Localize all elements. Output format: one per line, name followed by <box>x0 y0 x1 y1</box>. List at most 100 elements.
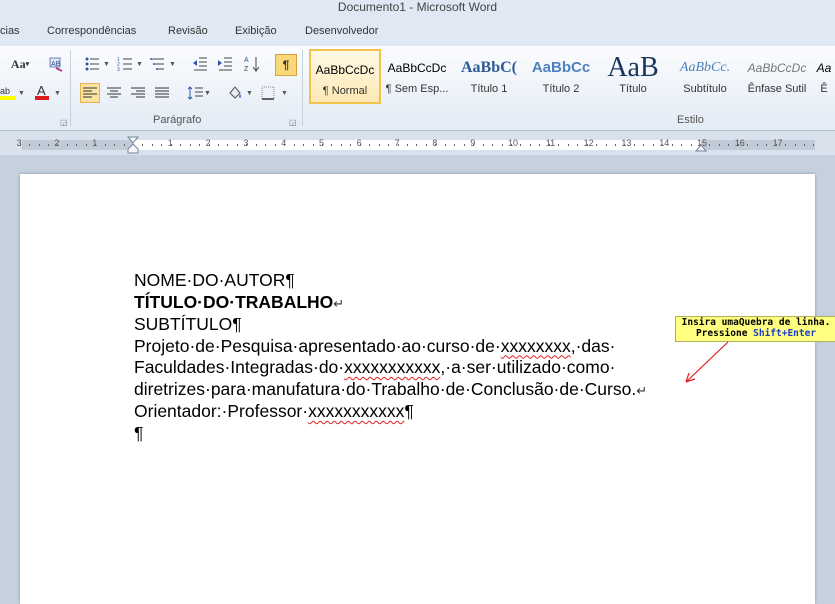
numbering-icon[interactable]: 123 <box>115 54 135 74</box>
align-center-icon[interactable] <box>104 83 124 103</box>
tab-correspondencias[interactable]: Correspondências <box>47 25 136 37</box>
svg-text:Z: Z <box>244 66 249 73</box>
ruler-number: 5 <box>319 138 325 148</box>
ruler-tick <box>568 144 569 146</box>
style-enfase-sutil[interactable]: AaBbCcDc Ênfase Sutil <box>741 49 813 104</box>
ruler-tick <box>624 144 625 146</box>
ruler-number: 2 <box>205 138 211 148</box>
tab-desenvolvedor[interactable]: Desenvolvedor <box>305 25 378 37</box>
change-case-button[interactable]: Aa ▾ <box>6 54 34 74</box>
title-line: TÍTULO·DO·TRABALHO↵ <box>134 291 345 312</box>
paragraph-line: Projeto·de·Pesquisa·apresentado·ao·curso… <box>134 335 616 356</box>
ruler-tick <box>209 144 210 146</box>
horizontal-ruler[interactable]: 3 2 1 1 2 3 4 5 6 7 8 9 10 11 12 13 14 15 16 17 <box>0 131 835 155</box>
chevron-down-icon[interactable]: ▼ <box>204 90 211 97</box>
sort-icon[interactable]: AZ <box>243 54 263 74</box>
align-right-icon[interactable] <box>128 83 148 103</box>
misspelled-word: xxxxxxxxxxx <box>308 401 405 421</box>
ruler-tick <box>237 144 238 146</box>
ruler-tick <box>398 144 399 146</box>
ruler-tick <box>492 144 493 146</box>
ruler-tick <box>331 144 332 146</box>
chevron-down-icon[interactable]: ▼ <box>18 90 25 97</box>
styles-gallery: AaBbCcDc ¶ Normal AaBbCcDc ¶ Sem Esp... … <box>307 49 835 107</box>
ruler-tick <box>719 144 720 146</box>
style-normal[interactable]: AaBbCcDc ¶ Normal <box>309 49 381 104</box>
ruler-number: 4 <box>281 138 287 148</box>
ruler-tick <box>709 144 710 146</box>
chevron-down-icon[interactable]: ▼ <box>281 90 288 97</box>
ruler-tick <box>322 144 323 146</box>
multilevel-list-icon[interactable] <box>148 54 168 74</box>
ruler-number: 14 <box>659 138 670 148</box>
ruler-number: 11 <box>545 138 556 148</box>
empty-paragraph: ¶ <box>134 422 144 443</box>
ruler-tick <box>294 144 295 146</box>
ruler-tick <box>511 144 512 146</box>
ruler-tick <box>785 144 786 146</box>
title-bar: Documento1 - Microsoft Word <box>0 0 835 17</box>
chevron-down-icon[interactable]: ▼ <box>246 90 253 97</box>
show-formatting-marks-button[interactable]: ¶ <box>275 54 297 76</box>
group-label-paragraph: Parágrafo <box>153 114 202 126</box>
style-titulo-2[interactable]: AaBbCc Título 2 <box>525 49 597 104</box>
tab-exibicao[interactable]: Exibição <box>235 25 277 37</box>
ruler-tick <box>615 144 616 146</box>
ruler-number: 9 <box>470 138 476 148</box>
ruler-tick <box>728 144 729 146</box>
document-body[interactable]: NOME·DO·AUTOR¶ TÍTULO·DO·TRABALHO↵ SUBTÍ… <box>134 270 694 444</box>
advisor-line: Orientador:·Professor·xxxxxxxxxxx¶ <box>134 401 414 421</box>
ruler-tick <box>445 144 446 146</box>
dialog-launcher-icon[interactable]: ◲ <box>60 118 68 127</box>
ruler-number: 13 <box>621 138 632 148</box>
tab-layout[interactable]: cias <box>0 25 20 37</box>
svg-text:A: A <box>244 57 249 64</box>
ruler-tick <box>502 144 503 146</box>
shading-icon[interactable] <box>225 83 245 103</box>
chevron-down-icon[interactable]: ▼ <box>103 61 110 68</box>
ruler-tick <box>483 144 484 146</box>
ruler-tick <box>256 144 257 146</box>
ruler-tick <box>388 144 389 146</box>
style-titulo-1[interactable]: AaBbC( Título 1 <box>453 49 525 104</box>
tab-revisao[interactable]: Revisão <box>168 25 208 37</box>
ruler-tick <box>407 144 408 146</box>
bullets-icon[interactable] <box>82 54 102 74</box>
style-subtitulo[interactable]: AaBbCc. Subtítulo <box>669 49 741 104</box>
ruler-tick <box>20 144 21 146</box>
justify-icon[interactable] <box>152 83 172 103</box>
clear-formatting-icon[interactable]: AB <box>46 54 66 74</box>
style-titulo[interactable]: AaB Título <box>597 49 669 104</box>
ruler-tick <box>265 144 266 146</box>
ruler-tick <box>653 144 654 146</box>
line-spacing-icon[interactable] <box>185 83 205 103</box>
chevron-down-icon[interactable]: ▼ <box>54 90 61 97</box>
ruler-tick <box>596 144 597 146</box>
right-indent-marker-icon[interactable] <box>695 142 707 152</box>
chevron-down-icon[interactable]: ▼ <box>169 61 176 68</box>
chevron-down-icon[interactable]: ▼ <box>136 61 143 68</box>
dialog-launcher-icon[interactable]: ◲ <box>289 118 297 127</box>
ruler-tick <box>795 144 796 146</box>
callout-line-2: Pressione Shift+Enter <box>695 328 817 339</box>
align-left-icon[interactable] <box>80 83 100 103</box>
svg-text:A: A <box>37 83 46 98</box>
borders-icon[interactable] <box>258 83 278 103</box>
ruler-tick <box>313 144 314 146</box>
style-enfase[interactable]: Aa Ê <box>813 49 835 104</box>
ruler-tick <box>776 144 777 146</box>
font-color-icon[interactable]: A <box>32 82 52 102</box>
author-line: NOME·DO·AUTOR¶ <box>134 270 295 290</box>
indent-marker-icon[interactable] <box>127 136 139 156</box>
ruler-number: 2 <box>54 138 60 148</box>
increase-indent-icon[interactable] <box>215 54 235 74</box>
ruler-tick <box>369 144 370 146</box>
ruler-tick <box>643 144 644 146</box>
ruler-number: 16 <box>734 138 745 148</box>
style-sem-espacamento[interactable]: AaBbCcDc ¶ Sem Esp... <box>381 49 453 104</box>
decrease-indent-icon[interactable] <box>190 54 210 74</box>
highlight-color-icon[interactable]: ab <box>0 82 18 102</box>
ruler-tick <box>190 144 191 146</box>
paragraph-line: Faculdades·Integradas·do·xxxxxxxxxxx,·a·… <box>134 357 616 377</box>
ruler-tick <box>124 144 125 146</box>
